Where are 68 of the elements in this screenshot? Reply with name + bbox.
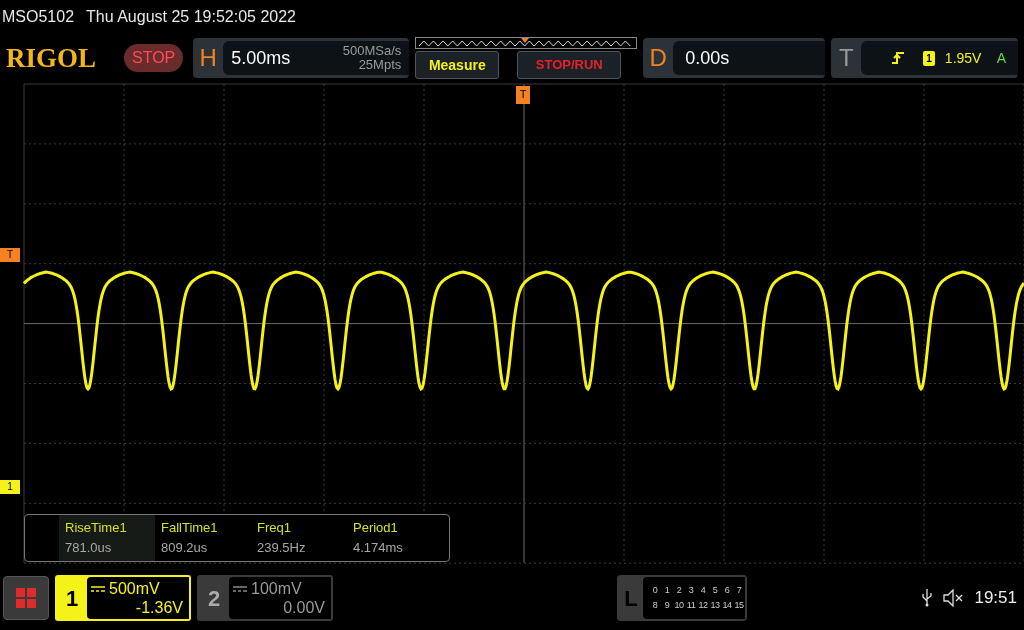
measurement-value: 809.2us (161, 539, 209, 557)
logic-channel-number: 5 (711, 584, 719, 597)
date-time: Thu August 25 19:52:05 2022 (86, 7, 296, 27)
logic-channel-number: 1 (663, 584, 671, 597)
measurement-value: 4.174ms (353, 539, 404, 557)
delay-value: 0.00s (685, 46, 730, 70)
logic-panel[interactable]: L 0 1 2 3 4 5 6 7 8 9 10 11 12 13 14 15 (617, 575, 747, 621)
logic-channel-number: 9 (663, 599, 671, 612)
logic-label: L (623, 584, 639, 613)
measure-button[interactable]: Measure (415, 51, 500, 79)
logic-channel-number: 3 (687, 584, 695, 597)
logic-channel-number: 8 (651, 599, 659, 612)
dc-coupling-icon (91, 585, 105, 592)
measurement-item[interactable]: RiseTime1 781.0us (59, 515, 155, 561)
measurement-item[interactable]: FallTime1 809.2us (155, 515, 251, 561)
usb-icon (922, 589, 933, 607)
logic-channel-number: 10 (673, 599, 685, 612)
logic-channel-number: 11 (685, 599, 697, 612)
delay-panel[interactable]: D 0.00s (643, 38, 826, 78)
logic-channel-number: 0 (651, 584, 659, 597)
timebase-value: 5.00ms (231, 46, 291, 70)
channel-scale: 500mV (109, 579, 160, 598)
channel-offset: 0.00V (282, 598, 325, 617)
trigger-source: 1 (923, 50, 935, 66)
brand-logo: RIGOL (6, 41, 98, 75)
grid-icon (15, 587, 37, 609)
logic-channel-number: 7 (735, 584, 743, 597)
trigger-level-value: 1.95V (944, 48, 982, 68)
trigger-label: T (837, 43, 855, 73)
logic-channel-number: 6 (723, 584, 731, 597)
channel-panel[interactable]: 2 100mV 0.00V (197, 575, 333, 621)
logic-channel-number: 4 (699, 584, 707, 597)
trigger-panel[interactable]: T 1 1.95V A (831, 38, 1018, 78)
run-state-indicator: STOP (124, 44, 184, 72)
horizontal-panel[interactable]: H 5.00ms 500MSa/s 25Mpts (193, 38, 410, 78)
logic-channel-number: 12 (697, 599, 709, 612)
measurement-name: RiseTime1 (65, 519, 128, 537)
measurement-name: FallTime1 (161, 519, 219, 537)
trigger-level-marker: T (0, 248, 20, 262)
delay-label: D (648, 43, 668, 73)
measurement-value: 239.5Hz (257, 539, 307, 557)
memory-depth: 25Mpts (358, 58, 402, 72)
channel-number: 1 (64, 584, 80, 613)
horizontal-label: H (198, 43, 218, 73)
rising-edge-icon (891, 51, 906, 65)
measurement-item[interactable]: Freq1 239.5Hz (251, 515, 347, 561)
sample-rate: 500MSa/s (342, 44, 402, 58)
measurement-name: Freq1 (257, 519, 292, 537)
measurement-value: 781.0us (65, 539, 113, 557)
muted-speaker-icon (942, 589, 965, 607)
clock-time: 19:51 (974, 587, 1017, 610)
channel-number: 2 (206, 584, 222, 613)
measurement-item[interactable]: Period1 4.174ms (347, 515, 443, 561)
stop-run-button[interactable]: STOP/RUN (517, 51, 622, 79)
logic-channel-number: 15 (733, 599, 745, 612)
logic-channel-number: 2 (675, 584, 683, 597)
channel-offset-marker: 1 (0, 480, 20, 494)
measurement-name: Period1 (353, 519, 399, 537)
menu-button[interactable] (3, 576, 49, 620)
channel-scale: 100mV (251, 579, 302, 598)
model-name: MSO5102 (2, 7, 75, 27)
trigger-position-marker: T (516, 86, 530, 104)
logic-channel-number: 14 (721, 599, 733, 612)
logic-channel-number: 13 (709, 599, 721, 612)
channel-offset: -1.36V (134, 598, 183, 617)
dc-coupling-icon (233, 585, 247, 592)
trigger-mode: A (996, 48, 1006, 68)
channel-panel[interactable]: 1 500mV -1.36V (55, 575, 191, 621)
